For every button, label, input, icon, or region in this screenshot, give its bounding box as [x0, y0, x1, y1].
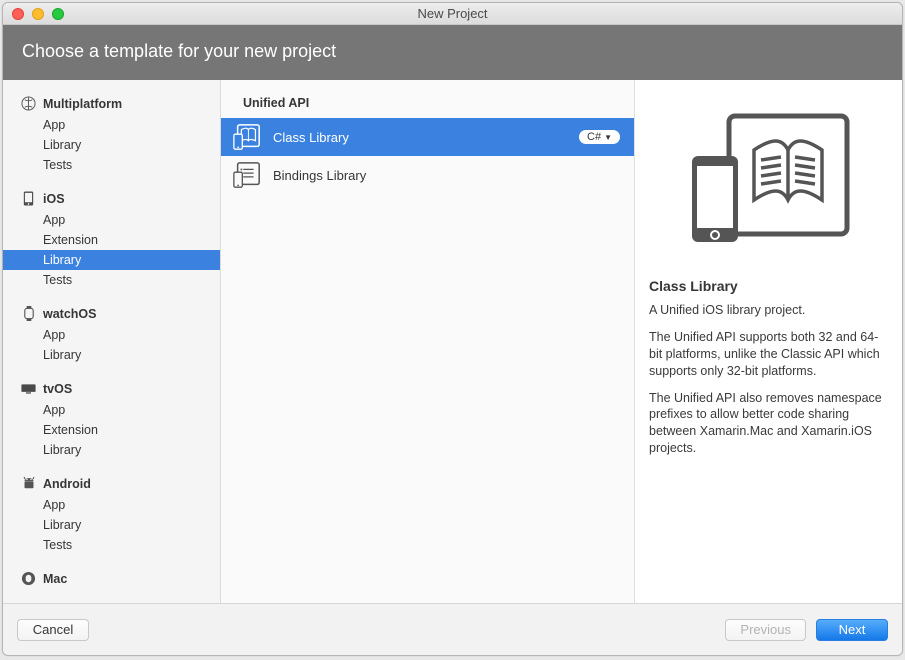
chevron-down-icon: ▼ — [604, 133, 612, 142]
template-bindings-library[interactable]: Bindings Library — [221, 156, 634, 194]
category-label: tvOS — [43, 382, 72, 396]
category-label: watchOS — [43, 307, 97, 321]
sidebar-item-multiplatform-app[interactable]: App — [3, 115, 220, 135]
wizard-heading: Choose a template for your new project — [22, 41, 336, 61]
previous-button[interactable]: Previous — [725, 619, 806, 641]
detail-paragraph: The Unified API supports both 32 and 64-… — [649, 329, 888, 380]
watchos-icon — [21, 306, 36, 321]
multiplatform-icon — [21, 96, 36, 111]
sidebar-item-android-app[interactable]: App — [3, 495, 220, 515]
window-titlebar: New Project — [3, 3, 902, 25]
template-preview-image — [649, 98, 888, 258]
next-button[interactable]: Next — [816, 619, 888, 641]
template-label: Bindings Library — [273, 168, 620, 183]
category-android[interactable]: Android — [3, 472, 220, 495]
window-title: New Project — [3, 6, 902, 21]
close-window-button[interactable] — [12, 8, 24, 20]
sidebar-item-ios-app[interactable]: App — [3, 210, 220, 230]
sidebar-item-android-tests[interactable]: Tests — [3, 535, 220, 555]
sidebar-item-tvos-library[interactable]: Library — [3, 440, 220, 460]
zoom-window-button[interactable] — [52, 8, 64, 20]
category-mac[interactable]: Mac — [3, 567, 220, 590]
template-class-library[interactable]: Class Library C# ▼ — [221, 118, 634, 156]
language-label: C# — [587, 131, 601, 143]
sidebar-item-ios-tests[interactable]: Tests — [3, 270, 220, 290]
bindings-library-icon — [231, 159, 263, 191]
window-controls — [12, 8, 64, 20]
wizard-content: Multiplatform App Library Tests iOS App … — [3, 80, 902, 603]
template-list-pane: Unified API Class Library C# ▼ Bindings … — [221, 80, 635, 603]
category-label: Android — [43, 477, 91, 491]
category-label: Multiplatform — [43, 97, 122, 111]
category-tvos[interactable]: tvOS — [3, 377, 220, 400]
sidebar-item-multiplatform-tests[interactable]: Tests — [3, 155, 220, 175]
sidebar-item-ios-extension[interactable]: Extension — [3, 230, 220, 250]
new-project-window: New Project Choose a template for your n… — [2, 2, 903, 656]
tvos-icon — [21, 381, 36, 396]
sidebar-item-watchos-app[interactable]: App — [3, 325, 220, 345]
sidebar-item-watchos-library[interactable]: Library — [3, 345, 220, 365]
template-label: Class Library — [273, 130, 579, 145]
detail-summary: A Unified iOS library project. — [649, 302, 888, 319]
android-icon — [21, 476, 36, 491]
sidebar-item-android-library[interactable]: Library — [3, 515, 220, 535]
template-section-title: Unified API — [221, 92, 634, 118]
template-detail-pane: Class Library A Unified iOS library proj… — [635, 80, 902, 603]
minimize-window-button[interactable] — [32, 8, 44, 20]
class-library-icon — [231, 121, 263, 153]
cancel-button[interactable]: Cancel — [17, 619, 89, 641]
sidebar-item-multiplatform-library[interactable]: Library — [3, 135, 220, 155]
wizard-banner: Choose a template for your new project — [3, 25, 902, 80]
ios-icon — [21, 191, 36, 206]
category-label: Mac — [43, 572, 67, 586]
detail-title: Class Library — [649, 278, 888, 294]
category-label: iOS — [43, 192, 65, 206]
detail-paragraph: The Unified API also removes namespace p… — [649, 390, 888, 458]
sidebar-item-ios-library[interactable]: Library — [3, 250, 220, 270]
wizard-footer: Cancel Previous Next — [3, 603, 902, 655]
category-watchos[interactable]: watchOS — [3, 302, 220, 325]
category-ios[interactable]: iOS — [3, 187, 220, 210]
category-multiplatform[interactable]: Multiplatform — [3, 92, 220, 115]
sidebar-item-tvos-app[interactable]: App — [3, 400, 220, 420]
mac-icon — [21, 571, 36, 586]
category-sidebar: Multiplatform App Library Tests iOS App … — [3, 80, 221, 603]
language-selector[interactable]: C# ▼ — [579, 130, 620, 144]
sidebar-item-tvos-extension[interactable]: Extension — [3, 420, 220, 440]
